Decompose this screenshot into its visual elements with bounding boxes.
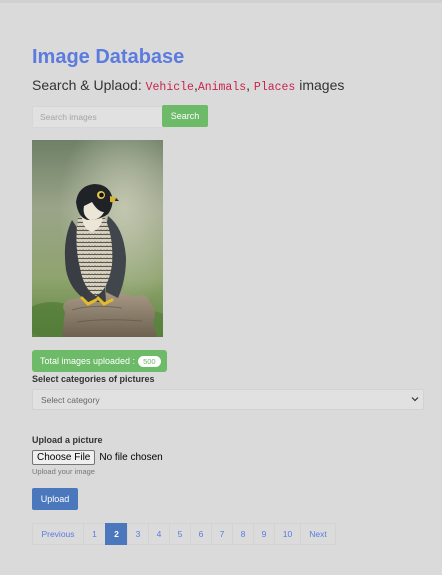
pagination-page[interactable]: 3 bbox=[127, 523, 149, 545]
pagination: Previous 1 2 3 4 5 6 7 8 9 10 Next bbox=[32, 523, 336, 545]
category-select[interactable]: Select category bbox=[32, 389, 424, 410]
category-tag-vehicle: Vehicle bbox=[145, 81, 194, 94]
pagination-next[interactable]: Next bbox=[300, 523, 336, 545]
pagination-page[interactable]: 1 bbox=[83, 523, 106, 545]
category-tag-places: Places bbox=[253, 81, 296, 94]
category-tag-animals: Animals bbox=[197, 81, 247, 94]
file-status: No file chosen bbox=[99, 452, 163, 463]
page-subtitle: Search & Uplaod: Vehicle,Animals, Places… bbox=[32, 77, 344, 94]
subtitle-suffix: images bbox=[299, 77, 345, 93]
pagination-page[interactable]: 10 bbox=[274, 523, 301, 545]
pagination-page[interactable]: 7 bbox=[211, 523, 233, 545]
total-images-badge: Total images uploaded : 500 bbox=[32, 350, 167, 372]
pagination-page-active[interactable]: 2 bbox=[105, 523, 128, 545]
pagination-page[interactable]: 5 bbox=[169, 523, 191, 545]
pagination-previous[interactable]: Previous bbox=[32, 523, 84, 545]
falcon-photo bbox=[32, 140, 163, 337]
pagination-page[interactable]: 9 bbox=[253, 523, 275, 545]
page-title: Image Database bbox=[32, 46, 185, 68]
pagination-page[interactable]: 4 bbox=[148, 523, 170, 545]
total-images-count: 500 bbox=[138, 355, 161, 367]
search-input[interactable] bbox=[32, 106, 169, 128]
upload-help-text: Upload your image bbox=[32, 467, 95, 476]
upload-button[interactable]: Upload bbox=[32, 488, 78, 510]
pagination-page[interactable]: 6 bbox=[190, 523, 212, 545]
choose-file-button[interactable]: Choose File bbox=[32, 450, 96, 465]
file-input: Choose File No file chosen bbox=[32, 450, 163, 465]
chevron-down-icon bbox=[411, 397, 419, 402]
top-border bbox=[0, 0, 442, 3]
categories-label: Select categories of pictures bbox=[32, 374, 155, 384]
subtitle-separator: , bbox=[246, 77, 251, 93]
upload-label: Upload a picture bbox=[32, 435, 103, 445]
total-images-label: Total images uploaded : bbox=[40, 356, 136, 366]
subtitle-prefix: Search & Uplaod: bbox=[32, 77, 142, 93]
search-button[interactable]: Search bbox=[162, 105, 208, 127]
category-select-value: Select category bbox=[41, 395, 100, 405]
pagination-page[interactable]: 8 bbox=[232, 523, 254, 545]
